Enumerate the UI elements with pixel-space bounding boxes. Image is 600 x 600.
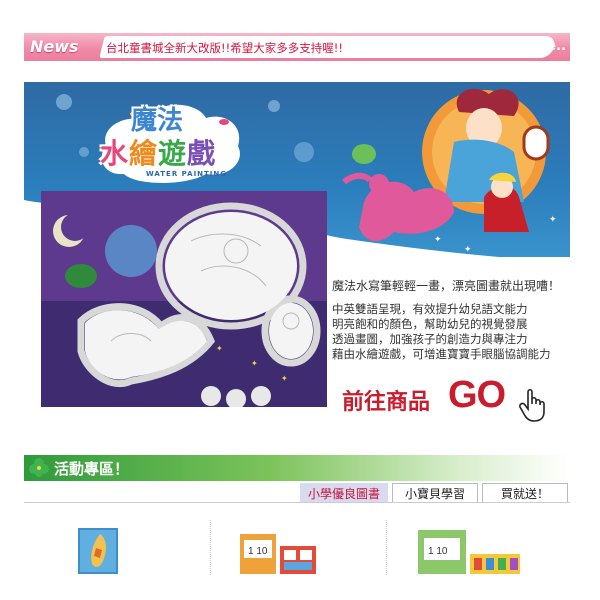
coloring-page-illustration: ✦ ✦ ✦ (41, 191, 327, 407)
product-thumbnail[interactable]: 1 10 (418, 528, 522, 578)
logo-subtitle: WATER PAINTING (146, 170, 228, 178)
banner-description-line: 明亮飽和的顏色，幫助幼兒的視覺發展 (332, 317, 528, 331)
svg-text:✦: ✦ (464, 245, 472, 255)
events-tabs: 小學優良圖書 小寶貝學習 買就送！ (300, 483, 570, 503)
svg-text:✦: ✦ (549, 215, 557, 225)
banner-description-headline: 魔法水寫筆輕輕一畫，漂亮圖畫就出現嘈！ (332, 279, 561, 293)
product-divider (210, 520, 211, 575)
product-divider (386, 520, 387, 575)
events-section-header: 活動專區！ (24, 455, 570, 481)
tabs-divider-line (24, 502, 570, 503)
news-more-link[interactable]: More.. (519, 39, 566, 54)
water-painting-logo: 魔法 水繪遊戲 WATER PAINTING (96, 96, 246, 186)
tab-baby-learning[interactable]: 小寶貝學習 (392, 483, 478, 503)
tab-buy-and-get-free[interactable]: 買就送！ (482, 483, 568, 503)
go-button-big-text: GO (448, 374, 506, 416)
events-section-title: 活動專區！ (54, 460, 130, 478)
number-learning-kit-image: 1 10 (418, 530, 520, 574)
svg-text:✦: ✦ (281, 374, 288, 383)
svg-text:1 10: 1 10 (248, 546, 268, 557)
logo-char: 繪 (129, 137, 159, 170)
news-headline-link[interactable]: 台北童書城全新大改版!!希望大家多多支持喔!! (106, 40, 343, 56)
cartoon-characters-illustration: ✦ ✦ ✦ (324, 82, 570, 267)
logo-char: 水 (100, 137, 130, 170)
banner-description-line: 透過畫圖，加強孩子的創造力與專注力 (332, 332, 528, 346)
logo-char: 遊 (158, 137, 188, 170)
promo-banner[interactable]: 魔法 水繪遊戲 WATER PAINTING ✦ ✦ ✦ ✦ ✦ ✦ 魔法水寫筆… (24, 82, 570, 432)
pointer-hand-icon (519, 388, 545, 422)
banner-description-line: 藉由水繪遊戲，可增進寶寶手眼腦協調能力 (332, 347, 551, 361)
clover-icon (29, 458, 49, 477)
logo-title-line2: 水繪遊戲 (100, 132, 216, 172)
painting-art: ✦ ✦ ✦ (41, 191, 327, 407)
go-button-label: 前往商品 (342, 390, 431, 415)
logo-char: 戲 (187, 137, 217, 170)
svg-text:✦: ✦ (251, 359, 258, 368)
go-to-product-button[interactable]: 前往商品 GO (342, 374, 557, 424)
svg-text:1 10: 1 10 (428, 546, 448, 557)
svg-text:✦: ✦ (216, 344, 223, 353)
news-bar: News 台北童書城全新大改版!!希望大家多多支持喔!! More.. (24, 33, 570, 61)
product-thumbnail[interactable]: 1 10 (240, 532, 320, 580)
svg-text:✦: ✦ (434, 235, 442, 245)
logo-title-line2-text: 水繪遊戲 (100, 137, 216, 170)
number-cards-set-image: 1 10 (240, 534, 316, 574)
tab-elementary-books[interactable]: 小學優良圖書 (300, 483, 388, 503)
characters-art: ✦ ✦ ✦ (342, 88, 557, 255)
news-label: News (30, 37, 79, 56)
banner-description-line: 中英雙語呈現，有效提升幼兒語文能力 (332, 302, 528, 316)
product-thumbnails: 1 10 1 10 (24, 520, 570, 580)
taiwan-map-puzzle-image (78, 528, 118, 574)
product-thumbnail[interactable] (78, 528, 118, 578)
